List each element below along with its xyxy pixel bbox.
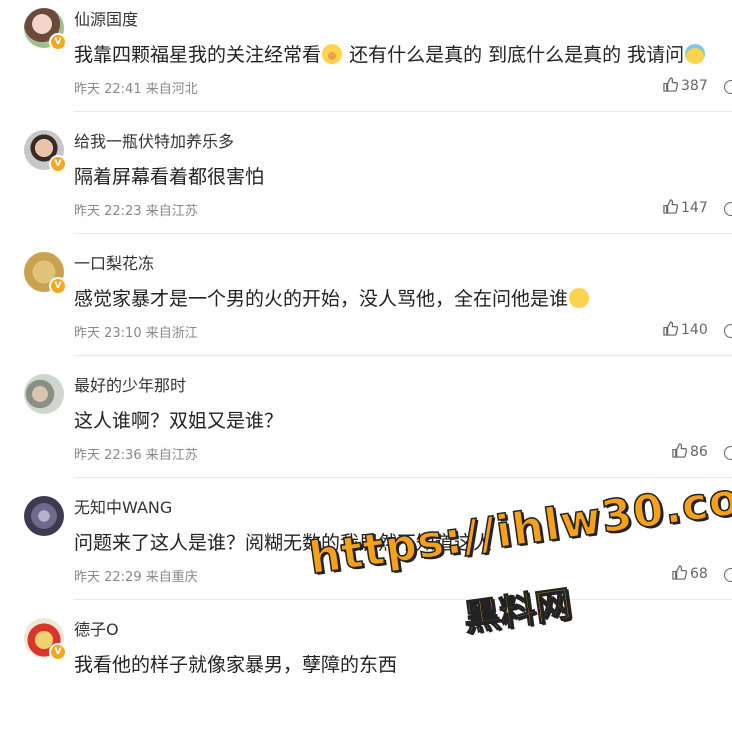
avatar[interactable] <box>24 496 64 536</box>
avatar[interactable]: V <box>24 618 67 661</box>
angel-emoji-icon <box>685 44 706 64</box>
comment-text: 隔着屏幕看着都很害怕 <box>74 166 265 188</box>
comment-meta: 昨天 22:36 来自江苏 <box>74 448 198 463</box>
reply-icon[interactable] <box>724 80 732 94</box>
like-button[interactable]: 140 <box>663 321 708 338</box>
verified-badge-icon: V <box>49 33 67 51</box>
divider <box>74 111 732 112</box>
comment-text: 感觉家暴才是一个男的火的开始，没人骂他，全在问他是谁 <box>74 284 590 311</box>
like-count: 86 <box>690 444 708 460</box>
comment-meta: 昨天 22:23 来自江苏 <box>74 204 198 219</box>
verified-badge-icon: V <box>49 277 67 295</box>
reply-icon[interactable] <box>724 324 732 338</box>
smile-emoji-icon <box>569 288 590 308</box>
reply-icon[interactable] <box>724 446 732 460</box>
comment-text-part: 我靠四颗福星我的关注经常看 <box>74 44 322 66</box>
comment-meta: 昨天 23:10 来自浙江 <box>74 326 198 341</box>
username[interactable]: 仙源国度 <box>74 6 138 30</box>
comment-text-part: 还有什么是真的 到底什么是真的 我请问 <box>349 44 685 66</box>
comment-text: 问题来了这人是谁？阅糊无数的我居然不知道这人 <box>74 532 493 554</box>
comment-item: V 仙源国度 我靠四颗福星我的关注经常看 还有什么是真的 到底什么是真的 我请问… <box>0 0 732 122</box>
comment-text-part: 感觉家暴才是一个男的火的开始，没人骂他，全在问他是谁 <box>74 288 569 310</box>
comment-item: V 给我一瓶伏特加养乐多 隔着屏幕看着都很害怕 昨天 22:23 来自江苏 14… <box>0 122 732 244</box>
comment-item: 无知中WANG 问题来了这人是谁？阅糊无数的我居然不知道这人 昨天 22:29 … <box>0 488 732 610</box>
username[interactable]: 德子O <box>74 616 119 640</box>
verified-badge-icon: V <box>49 643 67 661</box>
avatar[interactable]: V <box>24 8 67 51</box>
username[interactable]: 给我一瓶伏特加养乐多 <box>74 128 234 152</box>
like-count: 387 <box>681 78 708 94</box>
thumbs-up-icon <box>663 77 679 92</box>
thumbs-up-icon <box>672 443 688 458</box>
like-count: 68 <box>690 566 708 582</box>
comment-item: V 德子O 我看他的样子就像家暴男，孽障的东西 <box>0 610 732 732</box>
username[interactable]: 无知中WANG <box>74 494 172 518</box>
like-button[interactable]: 86 <box>672 443 708 460</box>
comment-meta: 昨天 22:41 来自河北 <box>74 82 198 97</box>
comment-meta: 昨天 22:29 来自重庆 <box>74 570 198 585</box>
username[interactable]: 最好的少年那时 <box>74 372 186 396</box>
avatar[interactable]: V <box>24 130 67 173</box>
divider <box>74 477 732 478</box>
comment-item: 最好的少年那时 这人谁啊？双姐又是谁？ 昨天 22:36 来自江苏 86 <box>0 366 732 488</box>
avatar[interactable]: V <box>24 252 67 295</box>
verified-badge-icon: V <box>49 155 67 173</box>
thumbs-up-icon <box>663 321 679 336</box>
thumbs-up-icon <box>663 199 679 214</box>
divider <box>74 233 732 234</box>
thumbs-up-icon <box>672 565 688 580</box>
like-count: 140 <box>681 322 708 338</box>
reply-icon[interactable] <box>724 568 732 582</box>
laughing-emoji-icon <box>322 44 343 64</box>
like-button[interactable]: 68 <box>672 565 708 582</box>
like-count: 147 <box>681 200 708 216</box>
comment-text: 我看他的样子就像家暴男，孽障的东西 <box>74 654 398 676</box>
like-button[interactable]: 147 <box>663 199 708 216</box>
comment-item: V 一口梨花冻 感觉家暴才是一个男的火的开始，没人骂他，全在问他是谁 昨天 23… <box>0 244 732 366</box>
avatar[interactable] <box>24 374 64 414</box>
divider <box>74 355 732 356</box>
divider <box>74 599 732 600</box>
username[interactable]: 一口梨花冻 <box>74 250 154 274</box>
comment-text: 我靠四颗福星我的关注经常看 还有什么是真的 到底什么是真的 我请问 <box>74 40 706 67</box>
comment-text: 这人谁啊？双姐又是谁？ <box>74 410 284 432</box>
reply-icon[interactable] <box>724 202 732 216</box>
like-button[interactable]: 387 <box>663 77 708 94</box>
